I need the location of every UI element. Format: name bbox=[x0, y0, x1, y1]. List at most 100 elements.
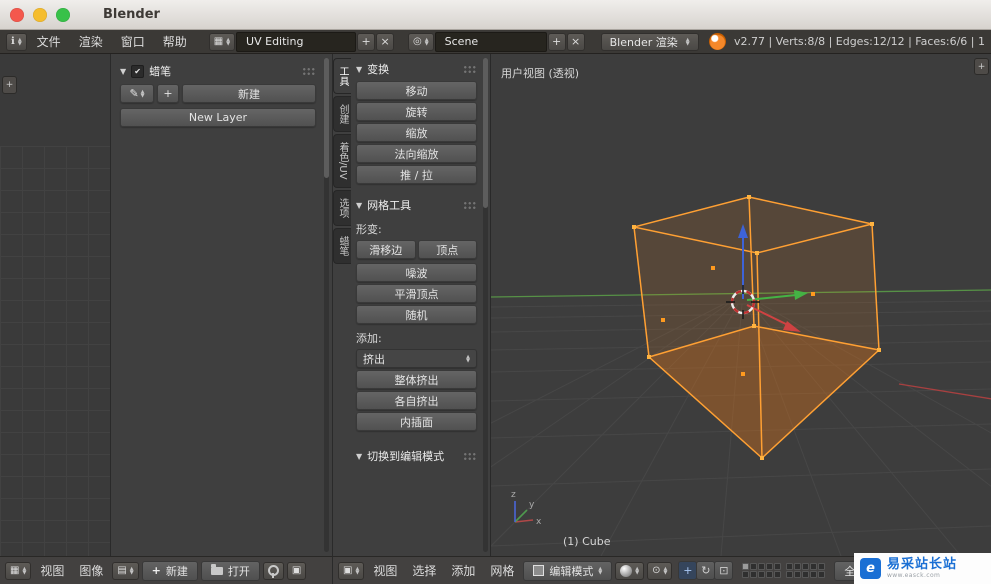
layer-cell[interactable] bbox=[758, 571, 766, 578]
layer-cell[interactable] bbox=[802, 571, 810, 578]
delete-screen-layout-button[interactable]: × bbox=[376, 32, 395, 51]
mode-dropdown[interactable]: 编辑模式 bbox=[523, 560, 613, 581]
close-window-button[interactable] bbox=[10, 7, 24, 22]
editor-type-info-button[interactable]: ℹ bbox=[6, 32, 27, 51]
new-layer-button[interactable]: New Layer bbox=[120, 108, 316, 127]
translate-button[interactable]: 移动 bbox=[356, 81, 477, 100]
manipulator-rotate-button[interactable]: ↻ bbox=[696, 561, 716, 580]
rotate-button[interactable]: 旋转 bbox=[356, 102, 477, 121]
panel-grip-icon[interactable] bbox=[463, 200, 477, 210]
transform-panel-header[interactable]: ▼ 变换 bbox=[356, 61, 477, 77]
uv-snap-button[interactable]: ▣ bbox=[286, 561, 307, 580]
tab-create[interactable]: 创建 bbox=[333, 96, 351, 132]
extrude-menu-button[interactable]: 挤出 bbox=[356, 349, 477, 368]
menu-window[interactable]: 窗口 bbox=[113, 31, 153, 53]
viewport-canvas[interactable]: x y z bbox=[491, 54, 991, 556]
expand-region-button[interactable]: + bbox=[2, 76, 17, 94]
layer-cell[interactable] bbox=[802, 563, 810, 570]
grease-pencil-panel-header[interactable]: ▼ ✔ 蜡笔 bbox=[120, 63, 316, 79]
scene-browse-button[interactable]: ◎ bbox=[408, 32, 434, 51]
pin-button[interactable] bbox=[262, 561, 284, 580]
tab-shading-uv[interactable]: 着色/UV bbox=[333, 134, 351, 188]
gp-panel-scrollbar[interactable] bbox=[324, 58, 329, 552]
tab-grease-pencil[interactable]: 蜡笔 bbox=[333, 227, 351, 264]
scrollbar-thumb[interactable] bbox=[483, 58, 488, 208]
shrink-fatten-button[interactable]: 法向缩放 bbox=[356, 144, 477, 163]
layer-group[interactable] bbox=[786, 563, 826, 578]
maximize-window-button[interactable] bbox=[56, 7, 70, 22]
noise-button[interactable]: 噪波 bbox=[356, 263, 477, 282]
collapse-triangle-icon[interactable]: ▼ bbox=[120, 67, 126, 76]
expand-properties-button[interactable]: + bbox=[974, 58, 989, 75]
image-browse-button[interactable]: ▤ bbox=[112, 561, 139, 580]
menu-add[interactable]: 添加 bbox=[445, 559, 481, 583]
image-new-button[interactable]: + 新建 bbox=[141, 560, 198, 581]
randomize-button[interactable]: 随机 bbox=[356, 305, 477, 324]
scrollbar-thumb[interactable] bbox=[324, 58, 329, 178]
manipulator-translate-button[interactable]: + bbox=[678, 561, 698, 580]
layer-cell[interactable] bbox=[774, 563, 782, 570]
menu-select[interactable]: 选择 bbox=[406, 559, 442, 583]
uv-canvas[interactable]: + bbox=[0, 54, 110, 556]
menu-render[interactable]: 渲染 bbox=[71, 31, 111, 53]
scene-name[interactable]: Scene bbox=[434, 31, 547, 52]
scale-button[interactable]: 缩放 bbox=[356, 123, 477, 142]
layer-cell[interactable] bbox=[742, 563, 750, 570]
menu-view-3d[interactable]: 视图 bbox=[367, 559, 403, 583]
add-scene-button[interactable]: + bbox=[547, 32, 566, 51]
layer-cell[interactable] bbox=[758, 563, 766, 570]
tab-options[interactable]: 选项 bbox=[333, 189, 351, 226]
menu-file[interactable]: 文件 bbox=[29, 31, 69, 53]
tab-tools[interactable]: 工具 bbox=[333, 58, 351, 94]
layer-cell[interactable] bbox=[766, 571, 774, 578]
gp-new-button[interactable]: 新建 bbox=[182, 84, 316, 103]
layer-cell[interactable] bbox=[810, 563, 818, 570]
menu-image[interactable]: 图像 bbox=[73, 559, 109, 583]
menu-mesh[interactable]: 网格 bbox=[484, 559, 520, 583]
editor-type-3dview-button[interactable]: ▣ bbox=[338, 561, 365, 580]
edge-slide-button[interactable]: 滑移边 bbox=[356, 240, 416, 259]
layer-cell[interactable] bbox=[774, 571, 782, 578]
collapse-triangle-icon[interactable]: ▼ bbox=[356, 65, 362, 74]
panel-grip-icon[interactable] bbox=[463, 64, 477, 74]
layer-cell[interactable] bbox=[750, 563, 758, 570]
layer-cell[interactable] bbox=[786, 571, 794, 578]
screen-layout-browse-button[interactable]: ▦ bbox=[208, 32, 236, 51]
mesh-tools-panel-header[interactable]: ▼ 网格工具 bbox=[356, 197, 477, 213]
grease-pencil-checkbox[interactable]: ✔ bbox=[131, 64, 145, 78]
manipulator-scale-button[interactable]: ⊡ bbox=[714, 561, 734, 580]
menu-help[interactable]: 帮助 bbox=[155, 31, 195, 53]
layer-cell[interactable] bbox=[818, 563, 826, 570]
extrude-individual-button[interactable]: 各自挤出 bbox=[356, 391, 477, 410]
layer-cell[interactable] bbox=[786, 563, 794, 570]
tool-shelf-scrollbar[interactable] bbox=[483, 58, 488, 552]
smooth-vertex-button[interactable]: 平滑顶点 bbox=[356, 284, 477, 303]
panel-grip-icon[interactable] bbox=[302, 66, 316, 76]
redo-panel-header[interactable]: ▼ 切换到编辑模式 bbox=[356, 448, 477, 464]
layer-cell[interactable] bbox=[750, 571, 758, 578]
add-screen-layout-button[interactable]: + bbox=[357, 32, 376, 51]
collapse-triangle-icon[interactable]: ▼ bbox=[356, 452, 362, 461]
layer-cell[interactable] bbox=[810, 571, 818, 578]
layer-cell[interactable] bbox=[742, 571, 750, 578]
extrude-region-button[interactable]: 整体挤出 bbox=[356, 370, 477, 389]
pivot-dropdown[interactable]: ⊙ bbox=[647, 561, 673, 580]
shading-dropdown[interactable] bbox=[615, 561, 645, 580]
cube-mesh[interactable] bbox=[632, 195, 881, 460]
layer-cell[interactable] bbox=[794, 571, 802, 578]
collapse-triangle-icon[interactable]: ▼ bbox=[356, 201, 362, 210]
screen-layout-name[interactable]: UV Editing bbox=[236, 31, 357, 52]
delete-scene-button[interactable]: × bbox=[566, 32, 585, 51]
pencil-datablock-button[interactable]: ✎ bbox=[120, 84, 154, 103]
viewport-3d[interactable]: x y z 用户视图 (透视) (1) Cube + bbox=[490, 54, 991, 556]
inset-faces-button[interactable]: 内插面 bbox=[356, 412, 477, 431]
layer-group[interactable] bbox=[742, 563, 782, 578]
layer-cell[interactable] bbox=[818, 571, 826, 578]
layer-cell[interactable] bbox=[794, 563, 802, 570]
editor-type-image-button[interactable]: ▦ bbox=[5, 561, 32, 580]
image-open-button[interactable]: 打开 bbox=[200, 560, 260, 581]
panel-grip-icon[interactable] bbox=[463, 451, 477, 461]
vertex-slide-button[interactable]: 顶点 bbox=[417, 240, 477, 259]
push-pull-button[interactable]: 推 / 拉 bbox=[356, 165, 477, 184]
render-engine-dropdown[interactable]: Blender 渲染 bbox=[600, 32, 699, 51]
